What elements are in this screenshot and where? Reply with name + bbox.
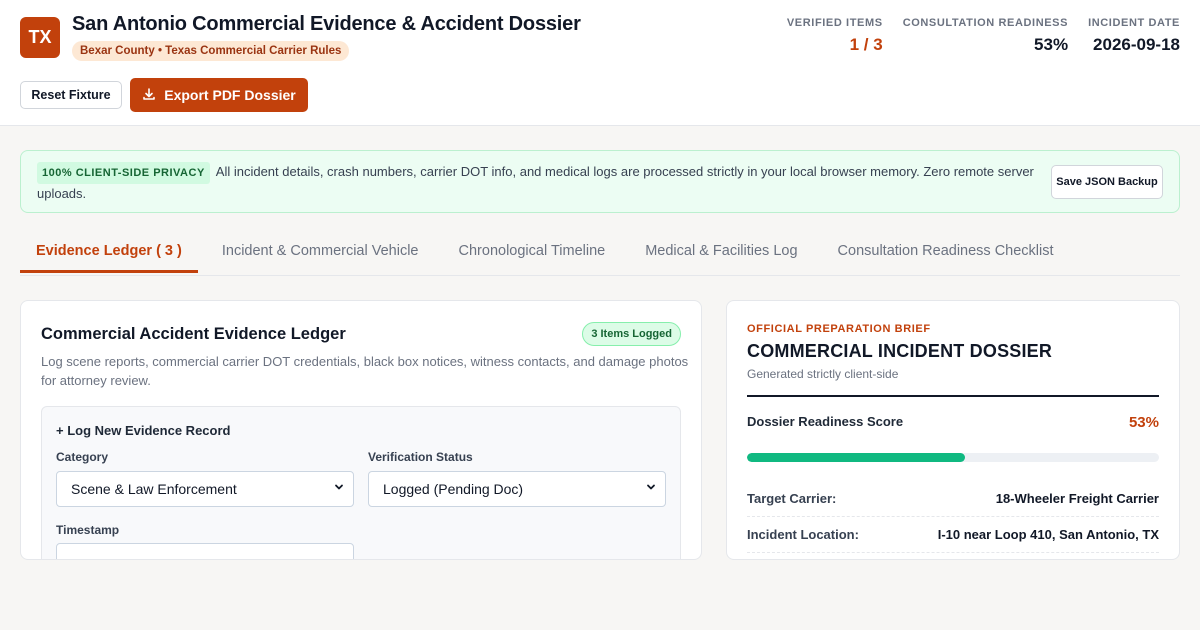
privacy-badge: 100% CLIENT-SIDE PRIVACY xyxy=(37,162,210,184)
brief-divider xyxy=(747,395,1159,397)
form-heading[interactable]: + Log New Evidence Record xyxy=(56,423,230,438)
state-logo: TX xyxy=(20,17,60,58)
kv-value: 18-Wheeler Freight Carrier xyxy=(995,491,1159,506)
target-carrier-row: Target Carrier: 18-Wheeler Freight Carri… xyxy=(747,481,1159,517)
privacy-text-block: 100% CLIENT-SIDE PRIVACY All incident det… xyxy=(37,162,1037,204)
ledger-title: Commercial Accident Evidence Ledger xyxy=(41,325,346,343)
incident-location-row: Incident Location: I-10 near Loop 410, S… xyxy=(747,517,1159,553)
readiness-progress-bar xyxy=(747,453,1159,462)
app-header: TX San Antonio Commercial Evidence & Acc… xyxy=(0,0,1200,126)
new-evidence-form: + Log New Evidence Record Category Scene… xyxy=(41,406,681,559)
verification-status-value: Logged (Pending Doc) xyxy=(383,481,524,497)
stat-value: 1 / 3 xyxy=(849,35,883,54)
header-stats: VERIFIED ITEMS 1 / 3 CONSULTATION READIN… xyxy=(787,17,1180,55)
kv-key: Target Carrier: xyxy=(747,491,837,506)
timestamp-label: Timestamp xyxy=(56,523,120,537)
brief-subtitle: Generated strictly client-side xyxy=(747,367,899,381)
readiness-score-label: Dossier Readiness Score xyxy=(747,414,904,429)
category-label: Category xyxy=(56,450,109,464)
stat-value: 2026-09-18 xyxy=(1093,35,1180,54)
tab-evidence-ledger[interactable]: Evidence Ledger ( 3 ) xyxy=(20,233,198,273)
stat-label: CONSULTATION READINESS xyxy=(902,17,1069,29)
timestamp-input[interactable] xyxy=(56,543,354,559)
section-tabs: Evidence Ledger ( 3 ) Incident & Commerc… xyxy=(20,233,1180,276)
tab-incident-vehicle[interactable]: Incident & Commercial Vehicle xyxy=(206,233,435,273)
brief-kicker: OFFICIAL PREPARATION BRIEF xyxy=(747,323,931,335)
evidence-ledger-card: Commercial Accident Evidence Ledger 3 It… xyxy=(20,300,702,560)
tab-medical-log[interactable]: Medical & Facilities Log xyxy=(629,233,813,273)
verification-status-select[interactable]: Logged (Pending Doc) xyxy=(368,471,666,507)
category-select-value: Scene & Law Enforcement xyxy=(71,481,237,497)
stat-verified-items: VERIFIED ITEMS 1 / 3 xyxy=(787,17,883,55)
readiness-progress-fill xyxy=(747,453,966,462)
category-select[interactable]: Scene & Law Enforcement xyxy=(56,471,354,507)
stat-incident-date: INCIDENT DATE 2026-09-18 xyxy=(1088,17,1180,55)
stat-consultation-readiness: CONSULTATION READINESS 53% xyxy=(903,17,1068,55)
readiness-score-value: 53% xyxy=(1128,414,1159,431)
stat-label: VERIFIED ITEMS xyxy=(786,17,883,29)
chevron-down-icon xyxy=(645,481,657,496)
tab-timeline[interactable]: Chronological Timeline xyxy=(443,233,622,273)
stat-label: INCIDENT DATE xyxy=(1088,17,1180,29)
save-json-backup-button[interactable]: Save JSON Backup xyxy=(1051,165,1163,199)
privacy-banner: 100% CLIENT-SIDE PRIVACY All incident det… xyxy=(20,150,1180,213)
download-icon xyxy=(142,87,156,104)
ledger-description: Log scene reports, commercial carrier DO… xyxy=(41,354,689,388)
brief-title: COMMERCIAL INCIDENT DOSSIER xyxy=(747,341,1053,361)
page-title: San Antonio Commercial Evidence & Accide… xyxy=(72,13,581,35)
export-pdf-label: Export PDF Dossier xyxy=(164,87,296,103)
stat-value: 53% xyxy=(1034,35,1069,54)
dossier-brief-card: OFFICIAL PREPARATION BRIEF COMMERCIAL IN… xyxy=(726,300,1180,560)
verification-status-label: Verification Status xyxy=(368,450,473,464)
tab-readiness-checklist[interactable]: Consultation Readiness Checklist xyxy=(822,233,1070,273)
chevron-down-icon xyxy=(333,481,345,496)
reset-fixture-button[interactable]: Reset Fixture xyxy=(20,81,122,109)
kv-key: Incident Location: xyxy=(747,527,859,542)
kv-value: I-10 near Loop 410, San Antonio, TX xyxy=(937,527,1159,542)
jurisdiction-badge: Bexar County • Texas Commercial Carrier … xyxy=(72,41,350,61)
items-count-badge: 3 Items Logged xyxy=(582,322,681,346)
export-pdf-button[interactable]: Export PDF Dossier xyxy=(130,78,308,112)
